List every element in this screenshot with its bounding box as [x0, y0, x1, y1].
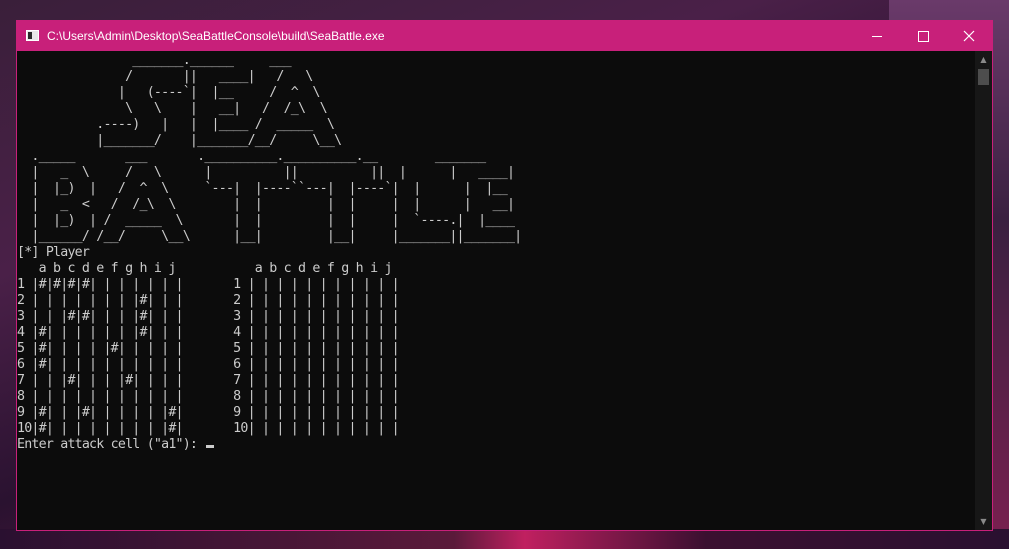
attack-prompt: Enter attack cell ("a1"): [17, 437, 205, 452]
minimize-button[interactable] [854, 21, 900, 51]
board-row: 8 | | | | | | | | | | | 8 | | | | | | | … [17, 389, 400, 404]
minimize-icon [872, 35, 882, 37]
board-row: 10|#| | | | | | | | |#| 10| | | | | | | … [17, 421, 400, 436]
close-icon [963, 30, 975, 42]
window-title: C:\Users\Admin\Desktop\SeaBattleConsole\… [47, 29, 385, 43]
desktop-background-bottom [0, 529, 1009, 549]
logo-line: |______/ /__/ \__\ |__| |__| |_______||_… [17, 229, 522, 244]
maximize-button[interactable] [900, 21, 946, 51]
vertical-scrollbar[interactable]: ▲ ▼ [975, 51, 992, 530]
text-cursor [206, 445, 215, 448]
console-text: _______.______ ___ / || ____| / \ | (---… [17, 53, 522, 437]
board-row: 1 |#|#|#|#| | | | | | | 1 | | | | | | | … [17, 277, 400, 292]
board-row: 6 |#| | | | | | | | | | 6 | | | | | | | … [17, 357, 400, 372]
logo-line: | (----`| |__ / ^ \ [17, 85, 321, 100]
logo-line: / || ____| / \ [17, 69, 313, 84]
console-window: C:\Users\Admin\Desktop\SeaBattleConsole\… [16, 20, 993, 531]
scroll-up-icon[interactable]: ▲ [975, 51, 992, 68]
close-button[interactable] [946, 21, 992, 51]
board-row: 3 | | |#|#| | | |#| | | 3 | | | | | | | … [17, 309, 400, 324]
scrollbar-thumb[interactable] [978, 69, 989, 85]
board-row: 4 |#| | | | | | |#| | | 4 | | | | | | | … [17, 325, 400, 340]
console-app-icon[interactable] [26, 30, 39, 41]
logo-line: |_______/ |_______/__/ \__\ [17, 133, 342, 148]
console-output[interactable]: _______.______ ___ / || ____| / \ | (---… [17, 51, 975, 530]
logo-line: \ \ | __| / /_\ \ [17, 101, 328, 116]
board-row: 9 |#| | |#| | | | | |#| 9 | | | | | | | … [17, 405, 400, 420]
logo-line: | |_) | / ^ \ `---| |----``---| |----`| … [17, 181, 507, 196]
logo-line: | _ < / /_\ \ | | | | | | | __| [17, 197, 515, 212]
logo-line: .----) | | |____ / _____ \ [17, 117, 335, 132]
board-row: 2 | | | | | | | |#| | | 2 | | | | | | | … [17, 293, 400, 308]
logo-line: _______.______ ___ [17, 53, 291, 68]
maximize-icon [917, 30, 929, 42]
attack-input-line[interactable]: Enter attack cell ("a1"): [17, 437, 215, 453]
board-header: a b c d e f g h i j a b c d e f g h i j [17, 261, 393, 276]
logo-line: ._____ ___ .__________.__________.__ ___… [17, 149, 486, 164]
logo-line: | _ \ / \ | || || | | ____| [17, 165, 515, 180]
board-row: 7 | | |#| | | |#| | | | 7 | | | | | | | … [17, 373, 400, 388]
board-row: 5 |#| | | | |#| | | | | 5 | | | | | | | … [17, 341, 400, 356]
logo-line: | |_) | / _____ \ | | | | | `----.| |___… [17, 213, 515, 228]
scroll-down-icon[interactable]: ▼ [975, 513, 992, 530]
title-bar[interactable]: C:\Users\Admin\Desktop\SeaBattleConsole\… [17, 21, 992, 51]
player-label: [*] Player [17, 245, 90, 260]
